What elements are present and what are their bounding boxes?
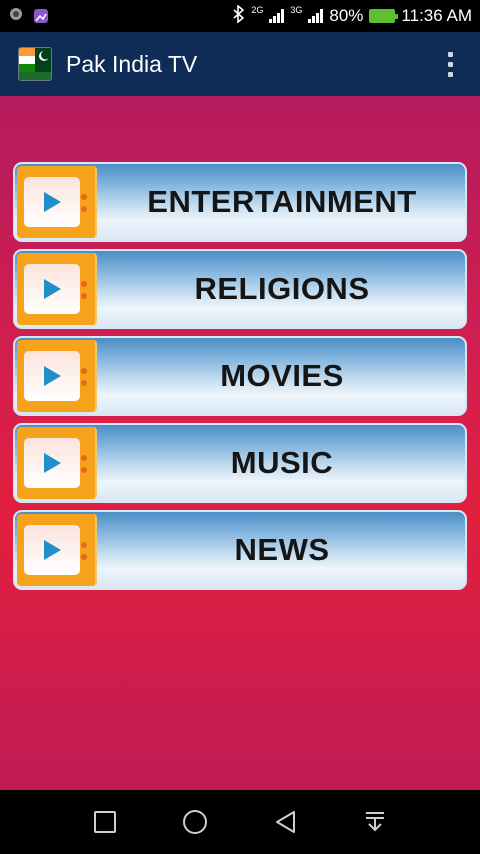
bluetooth-icon <box>233 3 245 28</box>
recents-square-icon[interactable] <box>92 809 118 835</box>
tv-play-icon <box>17 166 97 238</box>
category-entertainment-button[interactable]: ENTERTAINMENT <box>13 162 467 242</box>
category-music-button[interactable]: MUSIC <box>13 423 467 503</box>
category-label: NEWS <box>234 532 330 567</box>
signal-icon <box>269 9 285 23</box>
category-label: RELIGIONS <box>194 271 370 306</box>
app-title: Pak India TV <box>66 50 198 77</box>
category-news-button[interactable]: NEWS <box>13 510 467 590</box>
notification-pull-icon[interactable] <box>362 809 388 835</box>
status-bar: 2G 3G 80% 11:36 AM <box>0 0 480 32</box>
signal-icon <box>308 9 324 23</box>
app-bar: Pak India TV <box>0 32 480 96</box>
category-label: MOVIES <box>220 358 344 393</box>
tv-play-icon <box>17 427 97 499</box>
gallery-icon <box>34 9 48 23</box>
navigation-bar <box>0 790 480 854</box>
battery-charging-icon <box>369 9 399 23</box>
tv-play-icon <box>17 340 97 412</box>
network-type-2g: 2G <box>251 5 264 15</box>
battery-percent: 80% <box>329 6 364 25</box>
tv-play-icon <box>17 514 97 586</box>
overflow-menu-icon[interactable] <box>438 44 462 84</box>
home-circle-icon[interactable] <box>182 809 208 835</box>
back-triangle-icon[interactable] <box>272 809 298 835</box>
pak-india-flag-icon <box>18 47 52 81</box>
camera-icon <box>8 6 24 27</box>
category-movies-button[interactable]: MOVIES <box>13 336 467 416</box>
category-label: ENTERTAINMENT <box>147 184 417 219</box>
category-list: ENTERTAINMENT RELIGIONS MOVIES MUSIC NEW… <box>13 162 467 597</box>
clock: 11:36 AM <box>401 6 472 25</box>
tv-play-icon <box>17 253 97 325</box>
network-type-3g: 3G <box>290 5 303 15</box>
category-label: MUSIC <box>230 445 334 480</box>
main-content: ENTERTAINMENT RELIGIONS MOVIES MUSIC NEW… <box>0 96 480 790</box>
category-religions-button[interactable]: RELIGIONS <box>13 249 467 329</box>
